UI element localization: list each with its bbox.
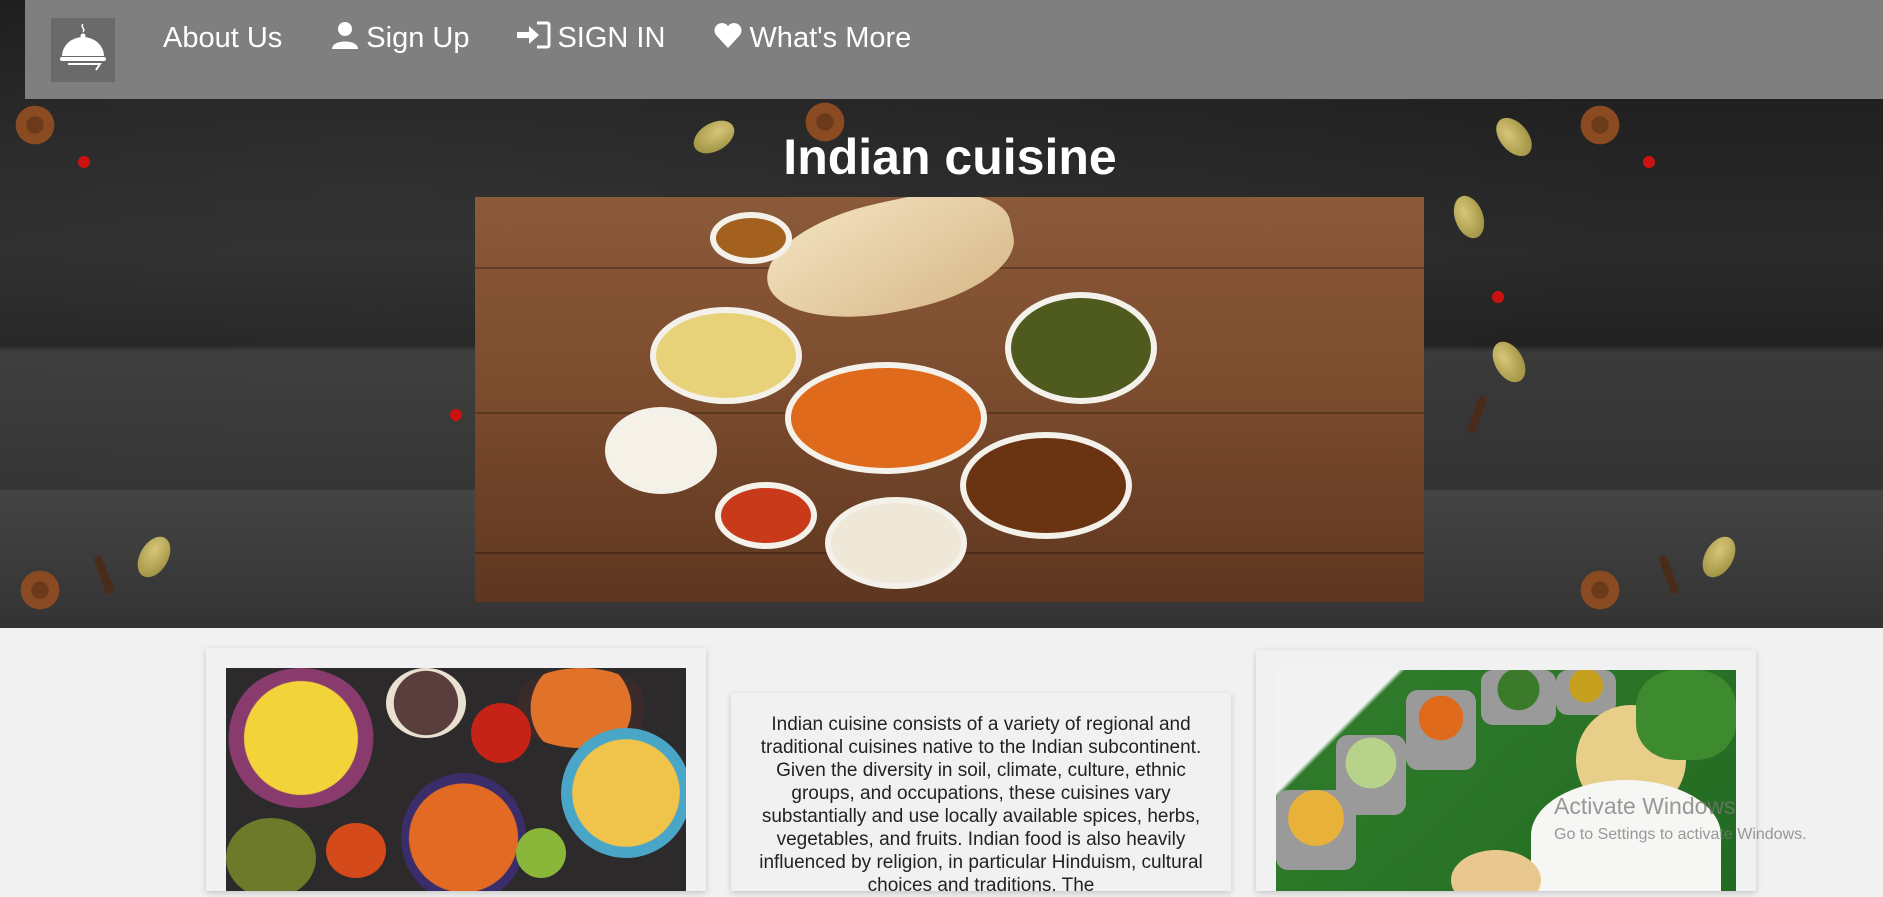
navbar: About Us Sign Up SIGN IN What's More xyxy=(25,0,1883,99)
activate-windows-watermark: Activate Windows Go to Settings to activ… xyxy=(1554,793,1807,844)
pickle-bowl xyxy=(715,482,817,549)
dal-makhani-bowl xyxy=(960,432,1132,539)
watermark-title: Activate Windows xyxy=(1554,793,1736,819)
nav-whats-more-label: What's More xyxy=(749,22,912,54)
salad-plate xyxy=(605,407,717,494)
palak-bowl xyxy=(1005,292,1157,404)
clove-decoration xyxy=(1466,394,1488,436)
content-section: Indian cuisine consists of a variety of … xyxy=(14,628,1883,896)
hero-food-image xyxy=(475,197,1424,602)
south-indian-meal-image xyxy=(1276,670,1736,891)
nav-about-us-label: About Us xyxy=(163,22,283,54)
nav-sign-in[interactable]: SIGN IN xyxy=(517,21,665,57)
cuisine-description: Indian cuisine consists of a variety of … xyxy=(759,714,1203,896)
card-description: Indian cuisine consists of a variety of … xyxy=(731,693,1231,896)
watermark-subtitle: Go to Settings to activate Windows. xyxy=(1554,826,1807,843)
snack-bowl xyxy=(710,212,792,264)
nav-sign-up-label: Sign Up xyxy=(366,22,470,54)
sign-in-icon xyxy=(517,21,557,57)
dal-bowl xyxy=(650,307,802,404)
nav-sign-up[interactable]: Sign Up xyxy=(330,20,469,58)
star-anise-decoration xyxy=(10,560,70,620)
star-anise-decoration xyxy=(1570,560,1630,620)
logo[interactable] xyxy=(51,17,115,82)
rice-bowl xyxy=(825,497,967,589)
peppercorn-decoration xyxy=(1492,291,1504,303)
page-title: Indian cuisine xyxy=(783,129,1117,185)
user-icon xyxy=(330,20,366,58)
peppercorn-decoration xyxy=(450,409,462,421)
card-left xyxy=(206,648,706,891)
nav-sign-in-label: SIGN IN xyxy=(557,22,666,54)
cardamom-decoration xyxy=(1448,191,1490,243)
heart-icon xyxy=(713,21,749,57)
cloche-icon xyxy=(56,20,110,79)
naan-bread xyxy=(756,197,1024,337)
card-right xyxy=(1256,650,1756,891)
spices-image xyxy=(226,668,686,891)
cardamom-decoration xyxy=(1485,335,1533,389)
nav-whats-more[interactable]: What's More xyxy=(713,21,911,57)
paneer-curry-bowl xyxy=(785,362,987,474)
nav-about-us[interactable]: About Us xyxy=(163,22,282,55)
